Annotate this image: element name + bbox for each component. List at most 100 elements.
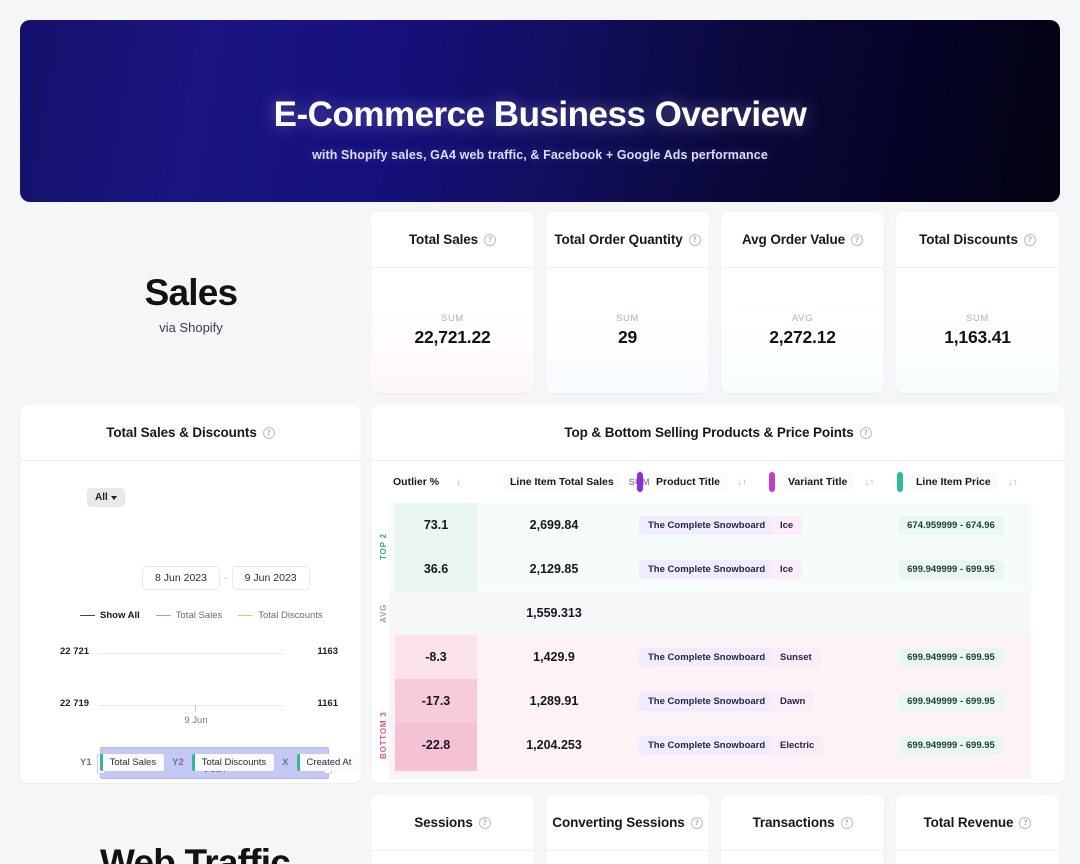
cell-line-item-price: 674.959999 - 674.96 — [861, 515, 1041, 535]
hero-banner: E-Commerce Business Overview with Shopif… — [20, 20, 1060, 202]
cell-product-title: The Complete Snowboard — [639, 735, 774, 755]
price-pill: 674.959999 - 674.96 — [898, 516, 1004, 535]
panel-title: Total Sales & Discounts — [106, 425, 257, 440]
table-row-avg[interactable]: 1,559.313 — [371, 591, 1065, 635]
info-icon[interactable]: ? — [263, 427, 275, 439]
panel-top-bottom-products: Top & Bottom Selling Products & Price Po… — [371, 405, 1065, 783]
column-color-swatch — [769, 472, 775, 492]
cell-variant-title: Sunset — [771, 647, 821, 667]
kpi-card-transactions[interactable]: Transactions ? — [721, 795, 884, 864]
kpi-body — [721, 851, 884, 864]
info-icon[interactable]: ? — [1019, 817, 1031, 829]
table-body: TOP 2 AVG BOTTOM 3 73.1 2,699.84 The Com… — [371, 503, 1065, 783]
cell-variant-title: Ice — [771, 559, 802, 579]
table-row[interactable]: -22.8 1,204.253 The Complete Snowboard E… — [371, 723, 1065, 767]
info-icon[interactable]: ? — [691, 817, 703, 829]
legend-swatch — [80, 615, 95, 617]
axis-chip-total-sales[interactable]: Total Sales — [100, 754, 164, 771]
kpi-card-total-order-quantity[interactable]: Total Order Quantity ? SUM 29 — [546, 212, 709, 393]
axis-key-y2: Y2 — [172, 757, 184, 768]
axis-key-x: X — [282, 757, 288, 768]
kpi-card-total-discounts[interactable]: Total Discounts ? SUM 1,163.41 — [896, 212, 1059, 393]
kpi-header: Total Discounts ? — [896, 212, 1059, 268]
product-pill: The Complete Snowboard — [639, 648, 774, 667]
kpi-header: Transactions ? — [721, 795, 884, 851]
info-icon[interactable]: ? — [479, 817, 491, 829]
kpi-card-total-sales[interactable]: Total Sales ? SUM 22,721.22 — [371, 212, 534, 393]
info-icon[interactable]: ? — [851, 234, 863, 246]
date-range-picker[interactable]: 8 Jun 2023 - 9 Jun 2023 — [142, 566, 310, 590]
kpi-header: Total Sales ? — [371, 212, 534, 268]
legend-item-total-sales[interactable]: Total Sales — [156, 610, 222, 621]
sort-arrow-icon[interactable]: ↓↑ — [737, 477, 747, 488]
legend-item-show-all[interactable]: Show All — [80, 610, 140, 621]
product-pill: The Complete Snowboard — [639, 560, 774, 579]
kpi-aggregation: SUM — [441, 313, 464, 324]
table-row[interactable]: -17.3 1,289.91 The Complete Snowboard Da… — [371, 679, 1065, 723]
date-from-input[interactable]: 8 Jun 2023 — [142, 566, 220, 590]
page-title: E-Commerce Business Overview — [274, 96, 807, 135]
cell-product-title: The Complete Snowboard — [639, 691, 774, 711]
y-left-tick-label: 22 719 — [60, 698, 89, 709]
kpi-card-total-revenue[interactable]: Total Revenue ? — [896, 795, 1059, 864]
kpi-title: Sessions — [414, 815, 472, 830]
legend-swatch — [156, 615, 171, 617]
kpi-card-converting-sessions[interactable]: Converting Sessions ? — [546, 795, 709, 864]
kpi-value: 2,272.12 — [769, 327, 836, 348]
kpi-header: Converting Sessions ? — [546, 795, 709, 851]
column-label: Line Item Price — [909, 473, 998, 491]
product-pill: The Complete Snowboard — [639, 692, 774, 711]
kpi-title: Converting Sessions — [552, 815, 684, 830]
kpi-body — [546, 851, 709, 864]
kpi-card-sessions[interactable]: Sessions ? — [371, 795, 534, 864]
table-row[interactable]: 73.1 2,699.84 The Complete Snowboard Ice… — [371, 503, 1065, 547]
legend-item-total-discounts[interactable]: Total Discounts — [238, 610, 322, 621]
column-label: Variant Title — [781, 473, 854, 491]
cell-variant-title: Ice — [771, 515, 802, 535]
table-row[interactable]: -8.3 1,429.9 The Complete Snowboard Suns… — [371, 635, 1065, 679]
price-pill: 699.949999 - 699.95 — [898, 648, 1004, 667]
variant-pill: Electric — [771, 736, 823, 755]
y-right-tick-label: 1161 — [317, 698, 338, 709]
table-row[interactable]: 36.6 2,129.85 The Complete Snowboard Ice… — [371, 547, 1065, 591]
axis-assignment-bar: Y1 Total Sales Y2 Total Discounts X Crea… — [80, 754, 359, 771]
series-filter-dropdown[interactable]: All — [87, 488, 125, 507]
legend-label: Total Sales — [176, 610, 222, 621]
cell-line-item-total-sales: 2,129.85 — [499, 562, 609, 576]
column-header-line-item-total-sales[interactable]: Line Item Total Sales SUM — [497, 472, 637, 492]
axis-chip-created-at[interactable]: Created At — [297, 754, 360, 771]
legend-label: Show All — [100, 610, 140, 621]
kpi-value: 29 — [618, 327, 637, 348]
product-pill: The Complete Snowboard — [639, 516, 774, 535]
axis-key-y1: Y1 — [80, 757, 92, 768]
price-pill: 699.949999 - 699.95 — [898, 736, 1004, 755]
date-to-input[interactable]: 9 Jun 2023 — [232, 566, 310, 590]
kpi-body — [371, 851, 534, 864]
axis-chip-total-discounts[interactable]: Total Discounts — [192, 754, 274, 771]
price-pill: 699.949999 - 699.95 — [898, 560, 1004, 579]
column-header-product-title[interactable]: Product Title ↓↑ — [637, 472, 769, 492]
panel-title: Top & Bottom Selling Products & Price Po… — [564, 425, 853, 440]
info-icon[interactable]: ? — [1024, 234, 1036, 246]
column-header-outlier-pct[interactable]: Outlier % ↓ — [393, 473, 497, 491]
price-pill: 699.949999 - 699.95 — [898, 692, 1004, 711]
kpi-header: Sessions ? — [371, 795, 534, 851]
panel-header: Total Sales & Discounts ? — [20, 405, 361, 461]
x-axis-tick-label: 9 Jun — [170, 715, 222, 726]
cell-line-item-total-sales: 1,289.91 — [499, 694, 609, 708]
kpi-card-avg-order-value[interactable]: Avg Order Value ? AVG 2,272.12 — [721, 212, 884, 393]
product-pill: The Complete Snowboard — [639, 736, 774, 755]
info-icon[interactable]: ? — [689, 234, 701, 246]
info-icon[interactable]: ? — [860, 427, 872, 439]
legend-swatch — [238, 615, 253, 617]
info-icon[interactable]: ? — [484, 234, 496, 246]
y-left-tick-label: 22 721 — [60, 646, 89, 657]
info-icon[interactable]: ? — [841, 817, 853, 829]
sort-arrow-icon[interactable]: ↓↑ — [1008, 477, 1018, 488]
column-header-variant-title[interactable]: Variant Title ↓↑ — [769, 472, 897, 492]
column-header-line-item-price[interactable]: Line Item Price ↓↑ — [897, 472, 1037, 492]
sort-arrow-icon[interactable]: ↓ — [456, 477, 461, 488]
date-range-separator: - — [224, 572, 228, 584]
sort-arrow-icon[interactable]: ↓↑ — [864, 477, 874, 488]
section-label-sales: Sales via Shopify — [96, 272, 286, 335]
